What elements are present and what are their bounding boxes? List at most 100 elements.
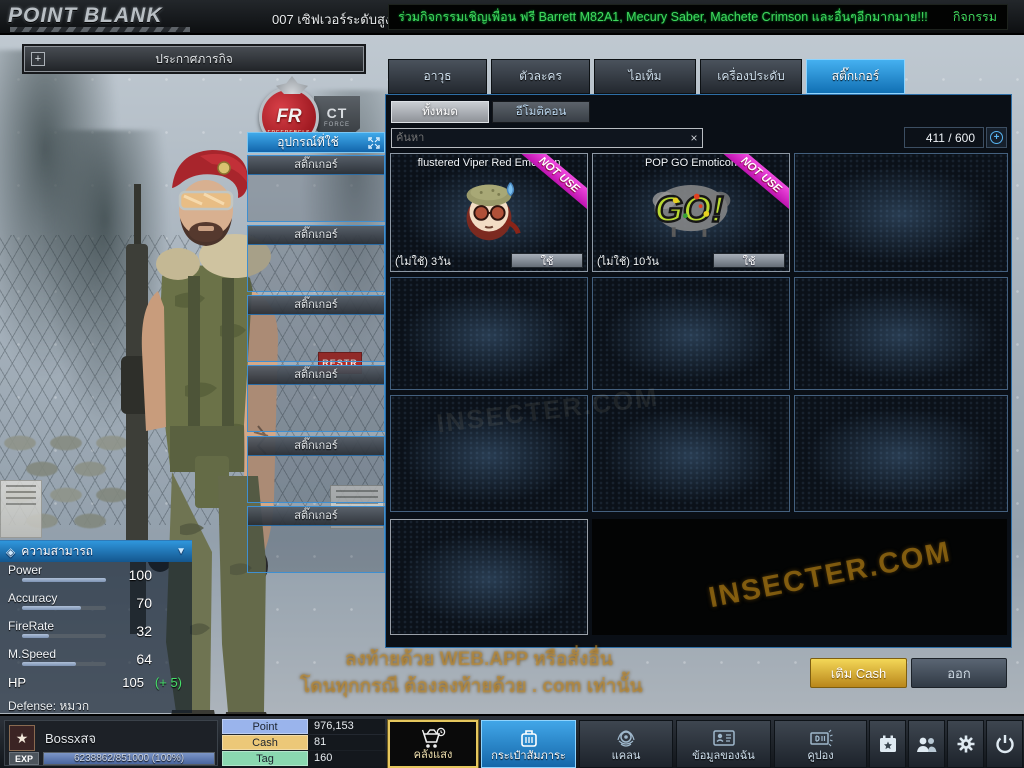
nav-button-label: ข้อมูลของฉัน	[677, 746, 770, 764]
preview-slot[interactable]	[390, 519, 588, 635]
equip-slot-sticker-1[interactable]: สติ๊กเกอร์	[247, 155, 385, 222]
empty-slot[interactable]	[794, 395, 1008, 512]
calendar-event-button[interactable]	[869, 720, 906, 768]
item-grid: flustered Viper Red Emoticon	[390, 153, 1008, 512]
ct-badge-subtext: FORCE	[314, 122, 360, 128]
mission-announcement-banner[interactable]: + ประกาศภารกิจ	[24, 46, 364, 72]
nav-coupon-button[interactable]: คูปอง	[774, 720, 867, 768]
stat-row-accuracy: Accuracy 70	[0, 591, 192, 617]
stat-value: 100	[129, 567, 152, 583]
currency-value: 976,153	[314, 719, 354, 734]
slot-label: สติ๊กเกอร์	[248, 296, 384, 315]
stats-header[interactable]: ◈ ความสามารถ ▼	[0, 541, 192, 562]
inventory-tabs: อาวุธ ตัวละคร ไอเท็ม เครื่องประดับ สติ๊ก…	[388, 59, 905, 94]
ticker-event-link[interactable]: กิจกรรม	[937, 7, 1007, 27]
inventory-panel-body: ทั้งหมด อีโมติคอน × 411 / 600 + flustere…	[385, 94, 1012, 648]
exp-label: EXP	[9, 752, 39, 765]
background-sign	[0, 480, 42, 538]
item-status: (ไม่ใช้) 3วัน	[395, 252, 451, 270]
diamond-icon: ◈	[6, 545, 15, 559]
nav-button-label: คูปอง	[775, 746, 866, 764]
nav-myinfo-button[interactable]: ข้อมูลของฉัน	[676, 720, 771, 768]
stat-bar-track	[22, 578, 106, 582]
exit-button[interactable]: ออก	[911, 658, 1007, 688]
empty-slot[interactable]	[390, 277, 588, 390]
friends-button[interactable]	[908, 720, 945, 768]
tab-stickers[interactable]: สติ๊กเกอร์	[806, 59, 905, 94]
empty-slot[interactable]	[592, 277, 790, 390]
stats-header-label: ความสามารถ	[21, 542, 176, 561]
capacity-counter: 411 / 600	[904, 127, 984, 148]
item-card-flustered-viper[interactable]: flustered Viper Red Emoticon	[390, 153, 588, 272]
player-info-panel[interactable]: ★ Bossxสจ EXP 6238862/851000 (100%)	[4, 720, 218, 766]
mission-banner-label: ประกาศภารกิจ	[45, 50, 343, 69]
nav-inventory-button[interactable]: กระเป๋าสัมภาระ	[481, 720, 576, 768]
collapse-caret-icon[interactable]: ▼	[176, 546, 186, 557]
settings-button[interactable]	[947, 720, 984, 768]
equip-slot-sticker-4[interactable]: สติ๊กเกอร์	[247, 365, 385, 432]
empty-slot[interactable]	[390, 395, 588, 512]
nav-button-label: แคลน	[580, 746, 672, 764]
empty-slot[interactable]	[794, 277, 1008, 390]
tab-items[interactable]: ไอเท็ม	[594, 59, 696, 94]
subtab-all[interactable]: ทั้งหมด	[391, 101, 489, 123]
expand-arrows-icon[interactable]	[368, 137, 380, 149]
currency-label: Tag	[222, 751, 308, 766]
currency-label: Point	[222, 719, 308, 734]
logo-stripes	[10, 27, 190, 32]
stat-label: Power	[8, 563, 42, 577]
power-exit-button[interactable]	[986, 720, 1023, 768]
hp-bonus: (+ 5)	[155, 675, 182, 690]
announcement-ticker[interactable]: ร่วมกิจกรรมเชิญเพื่อน ฟรี Barrett M82A1,…	[388, 4, 1008, 30]
equipment-header-label: อุปกรณ์ที่ใช้	[248, 133, 368, 152]
stat-value: 70	[136, 595, 152, 611]
expand-capacity-button[interactable]: +	[986, 127, 1007, 148]
ticker-text: ร่วมกิจกรรมเชิญเพื่อน ฟรี Barrett M82A1,…	[389, 7, 937, 27]
nav-armory-button[interactable]: คลังแสง	[388, 720, 478, 768]
go-art-text: GO!	[655, 189, 724, 230]
gear-icon	[954, 732, 978, 756]
topup-cash-button[interactable]: เติม Cash	[810, 658, 907, 688]
empty-slot[interactable]	[794, 153, 1008, 272]
tab-characters[interactable]: ตัวละคร	[491, 59, 590, 94]
stat-row-power: Power 100	[0, 563, 192, 589]
equip-slot-sticker-5[interactable]: สติ๊กเกอร์	[247, 436, 385, 503]
stat-row-hp: HP 105 (+ 5)	[8, 675, 192, 690]
tab-weapons[interactable]: อาวุธ	[388, 59, 487, 94]
search-box[interactable]: ×	[391, 128, 703, 148]
item-status: (ไม่ใช้) 10วัน	[597, 252, 659, 270]
subtab-emoticon[interactable]: อีโมติคอน	[492, 101, 590, 123]
use-button[interactable]: ใช้	[713, 253, 785, 268]
equip-slot-sticker-6[interactable]: สติ๊กเกอร์	[247, 506, 385, 573]
equip-slot-sticker-2[interactable]: สติ๊กเกอร์	[247, 225, 385, 292]
expand-plus-icon[interactable]: +	[31, 52, 45, 66]
equipment-header[interactable]: อุปกรณ์ที่ใช้	[247, 132, 385, 153]
stat-bar-track	[22, 634, 106, 638]
stat-bar-fill	[22, 634, 49, 638]
calendar-star-icon	[876, 732, 900, 756]
nav-button-label: คลังแสง	[390, 745, 476, 763]
stat-row-mspeed: M.Speed 64	[0, 647, 192, 673]
stat-label: Accuracy	[8, 591, 57, 605]
stat-bar-fill	[22, 662, 76, 666]
rank-star-icon: ★	[9, 725, 35, 751]
item-card-pop-go[interactable]: POP GO Emoticon GO! NOT USE (ไม่ใช้) 10ว…	[592, 153, 790, 272]
top-bar: POINT BLANK 007 เซิฟเวอร์ระดับสูง ร่วมกิ…	[0, 0, 1024, 35]
currency-row-tag: Tag 160	[222, 751, 385, 766]
card-footer: (ไม่ใช้) 3วัน ใช้	[395, 253, 583, 268]
empty-slot[interactable]	[592, 395, 790, 512]
sticker-subtabs: ทั้งหมด อีโมติคอน	[391, 101, 590, 123]
ct-badge-text: CT	[314, 105, 360, 121]
currency-row-cash: Cash 81	[222, 735, 385, 750]
slot-label: สติ๊กเกอร์	[248, 366, 384, 385]
overlay-note-line2: โดนทุกกรณี ต้องลงท้ายด้วย . com เท่านั้น	[300, 671, 642, 701]
search-input[interactable]	[392, 132, 686, 144]
tab-accessories[interactable]: เครื่องประดับ	[700, 59, 802, 94]
search-clear-icon[interactable]: ×	[686, 131, 702, 145]
emoticon-art-pop-go: GO!	[643, 171, 739, 249]
stat-bar-track	[22, 606, 106, 610]
nav-clan-button[interactable]: แคลน	[579, 720, 673, 768]
card-footer: (ไม่ใช้) 10วัน ใช้	[597, 253, 785, 268]
use-button[interactable]: ใช้	[511, 253, 583, 268]
equip-slot-sticker-3[interactable]: สติ๊กเกอร์	[247, 295, 385, 362]
